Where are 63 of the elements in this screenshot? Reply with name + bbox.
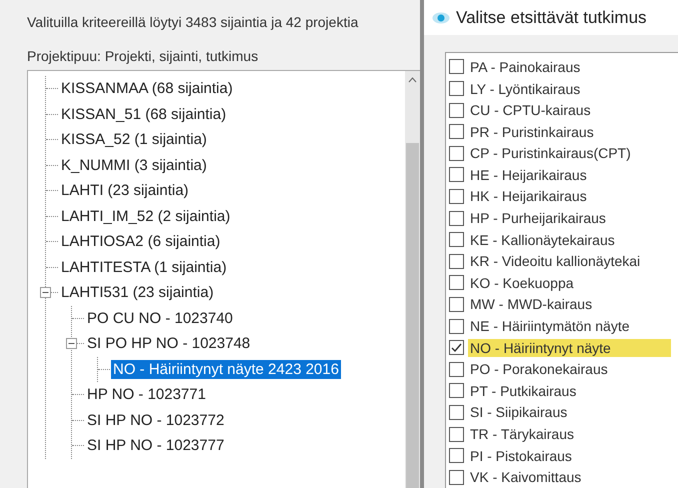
checkbox[interactable]: [449, 146, 464, 161]
checkbox-label[interactable]: KE - Kallionäytekairaus: [468, 230, 617, 249]
tree-item[interactable]: HP NO - 1023771: [85, 385, 208, 404]
tree-item[interactable]: LAHTI_IM_52 (2 sijaintia): [59, 206, 232, 226]
checkbox[interactable]: [449, 383, 464, 398]
checkbox[interactable]: [449, 318, 464, 334]
checkbox-label[interactable]: NE - Häiriintymätön näyte: [468, 317, 632, 336]
tree-item[interactable]: LAHTI (23 sijaintia): [59, 181, 191, 200]
scrollbar[interactable]: [405, 71, 420, 488]
checkbox-label[interactable]: PI - Pistokairaus: [468, 446, 574, 465]
collapse-icon[interactable]: [40, 287, 51, 298]
checkbox-label[interactable]: PA - Painokairaus: [468, 58, 582, 76]
collapse-icon[interactable]: [66, 338, 77, 349]
checkbox[interactable]: [449, 167, 464, 182]
tree-item[interactable]: KISSANMAA (68 sijaintia): [59, 79, 235, 98]
checkbox-label[interactable]: CU - CPTU-kairaus: [468, 101, 593, 120]
checkbox[interactable]: [449, 254, 464, 269]
checkbox[interactable]: [449, 470, 464, 485]
checkbox[interactable]: [449, 362, 464, 377]
eye-icon: [432, 12, 450, 24]
checkbox-label[interactable]: KO - Koekuoppa: [468, 274, 576, 292]
scroll-up-icon[interactable]: [408, 77, 417, 83]
checkbox-label[interactable]: CP - Puristinkairaus(CPT): [468, 144, 633, 162]
tree-item[interactable]: LAHTITESTA (1 sijaintia): [59, 258, 229, 277]
result-summary: Valituilla kriteereillä löytyi 3483 sijaintia ja 42 projektia: [27, 13, 360, 32]
checkbox[interactable]: [449, 59, 464, 74]
checkbox-label[interactable]: HP - Purheijarikairaus: [468, 209, 608, 228]
checkbox[interactable]: [449, 210, 464, 226]
checkbox-label[interactable]: NO - Häiriintynyt näyte: [468, 338, 671, 357]
checkbox-label[interactable]: LY - Lyöntikairaus: [468, 80, 582, 98]
dialog-title: Valitse etsittävät tutkimus: [456, 8, 647, 28]
tree-item[interactable]: KISSA_52 (1 sijaintia): [59, 130, 209, 150]
tree-item[interactable]: PO CU NO - 1023740: [85, 308, 235, 328]
checkbox-label[interactable]: HK - Heijarikairaus: [468, 187, 589, 206]
tree-item[interactable]: LAHTIOSA2 (6 sijaintia): [59, 232, 222, 252]
checkbox-label[interactable]: VK - Kaivomittaus: [468, 468, 584, 486]
checkbox[interactable]: [449, 426, 464, 442]
tree-item[interactable]: SI HP NO - 1023777: [85, 436, 226, 456]
tree-item[interactable]: KISSAN_51 (68 sijaintia): [59, 104, 228, 124]
checkbox[interactable]: [449, 232, 464, 248]
checkbox[interactable]: [449, 404, 464, 420]
checkbox-label[interactable]: HE - Heijarikairaus: [468, 166, 589, 184]
checkbox[interactable]: [449, 296, 464, 312]
checkbox[interactable]: [449, 448, 464, 464]
checkbox-label[interactable]: PT - Putkikairaus: [468, 382, 578, 400]
checkbox-label[interactable]: TR - Tärykairaus: [468, 425, 576, 444]
checkbox-label[interactable]: KR - Videoitu kallionäytekai: [468, 252, 642, 270]
tree-item[interactable]: SI HP NO - 1023772: [85, 410, 226, 430]
checkbox-label[interactable]: PR - Puristinkairaus: [468, 122, 596, 141]
checkbox[interactable]: [449, 188, 464, 204]
tree-label: Projektipuu: Projekti, sijainti, tutkimus: [27, 48, 260, 64]
tree-item[interactable]: K_NUMMI (3 sijaintia): [59, 156, 209, 175]
tree-item[interactable]: LAHTI531 (23 sijaintia): [59, 283, 216, 302]
checkbox[interactable]: [449, 102, 464, 118]
tree-item[interactable]: NO - Häiriintynyt näyte 2423 2016: [111, 360, 341, 379]
checkbox[interactable]: [449, 124, 464, 140]
checkbox-label[interactable]: PO - Porakonekairaus: [468, 360, 610, 378]
checkbox[interactable]: [449, 340, 464, 356]
checkbox-label[interactable]: SI - Siipikairaus: [468, 403, 570, 422]
checkbox[interactable]: [449, 81, 464, 96]
checkbox[interactable]: [449, 275, 464, 290]
checkbox-label[interactable]: MW - MWD-kairaus: [468, 295, 594, 314]
tree-item[interactable]: SI PO HP NO - 1023748: [85, 334, 252, 354]
